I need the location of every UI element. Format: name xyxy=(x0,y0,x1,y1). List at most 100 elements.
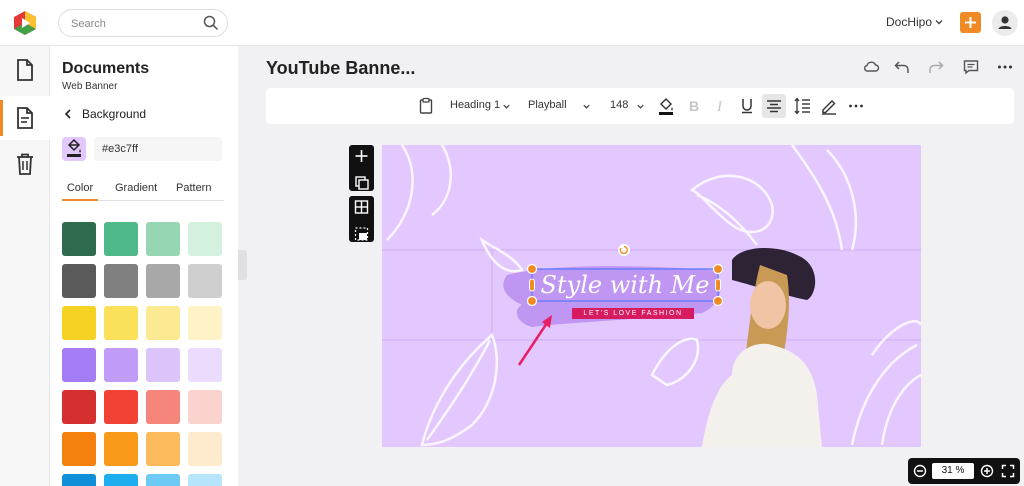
align-center-button[interactable] xyxy=(762,94,786,118)
color-swatch[interactable] xyxy=(104,306,138,340)
pen-icon[interactable] xyxy=(820,97,838,115)
color-swatch[interactable] xyxy=(62,474,96,486)
layout-tools xyxy=(349,196,374,242)
search-box[interactable] xyxy=(58,9,228,37)
color-swatch[interactable] xyxy=(146,348,180,382)
tab-gradient[interactable]: Gradient xyxy=(115,182,157,201)
color-swatch[interactable] xyxy=(188,432,222,466)
rail-trash[interactable] xyxy=(0,142,50,186)
left-rail xyxy=(0,46,50,486)
zoom-out-icon[interactable] xyxy=(913,464,927,478)
document-title[interactable]: YouTube Banne... xyxy=(266,58,415,79)
rail-pages[interactable] xyxy=(0,96,50,140)
color-swatch[interactable] xyxy=(188,390,222,424)
color-swatch[interactable] xyxy=(146,390,180,424)
zoom-level[interactable]: 31 % xyxy=(932,463,974,479)
more-icon[interactable] xyxy=(847,97,865,115)
redo-icon[interactable] xyxy=(927,58,945,76)
chevron-down-icon[interactable] xyxy=(934,17,944,27)
paint-bucket-icon[interactable] xyxy=(656,96,676,116)
color-swatch[interactable] xyxy=(188,474,222,486)
workspace-name[interactable]: DocHipo xyxy=(886,15,932,29)
clipboard-icon[interactable] xyxy=(418,97,434,115)
panel-title: Documents xyxy=(62,60,150,77)
create-button[interactable] xyxy=(960,12,981,33)
color-picker-button[interactable] xyxy=(62,137,86,161)
color-swatch[interactable] xyxy=(146,264,180,298)
color-swatch[interactable] xyxy=(146,222,180,256)
background-panel: Documents Web Banner Background Color Gr… xyxy=(50,46,238,486)
color-swatch[interactable] xyxy=(62,348,96,382)
undo-icon[interactable] xyxy=(893,58,911,76)
heading-style-value: Heading 1 xyxy=(450,99,501,111)
color-swatch[interactable] xyxy=(188,348,222,382)
color-swatch[interactable] xyxy=(188,306,222,340)
paint-bucket-icon xyxy=(67,138,81,157)
hex-color-field[interactable] xyxy=(94,137,222,161)
search-icon[interactable] xyxy=(203,15,219,31)
design-canvas[interactable]: Style with Me LET'S LOVE FASHION xyxy=(382,145,921,447)
bold-icon[interactable]: B xyxy=(687,98,701,114)
color-swatch[interactable] xyxy=(62,306,96,340)
plus-icon xyxy=(965,17,976,28)
color-swatch[interactable] xyxy=(62,264,96,298)
add-element-icon[interactable] xyxy=(349,145,374,167)
color-swatch[interactable] xyxy=(62,432,96,466)
tab-color[interactable]: Color xyxy=(62,182,98,201)
document-icon xyxy=(17,59,33,81)
fill-type-tabs: Color Gradient Pattern xyxy=(62,179,224,201)
rail-documents[interactable] xyxy=(0,48,50,92)
color-swatch[interactable] xyxy=(62,222,96,256)
headline-text[interactable]: Style with Me xyxy=(532,269,718,301)
svg-text:I: I xyxy=(716,99,723,114)
trash-icon xyxy=(17,153,33,175)
color-swatch-grid xyxy=(62,222,227,486)
zoom-bar: 31 % xyxy=(908,458,1020,484)
chevron-down-icon xyxy=(583,104,590,109)
fullscreen-icon[interactable] xyxy=(1001,464,1015,478)
chevron-down-icon xyxy=(637,104,644,109)
back-label: Background xyxy=(82,107,147,121)
grid-icon[interactable] xyxy=(349,196,374,218)
chevron-left-icon xyxy=(64,109,71,119)
color-swatch[interactable] xyxy=(62,390,96,424)
font-family-value: Playball xyxy=(528,99,567,111)
font-family-dropdown[interactable]: Playball xyxy=(526,88,596,124)
tagline-text[interactable]: LET'S LOVE FASHION xyxy=(572,308,694,319)
color-swatch[interactable] xyxy=(188,264,222,298)
tab-pattern[interactable]: Pattern xyxy=(176,182,211,201)
more-icon[interactable] xyxy=(996,58,1014,76)
search-input[interactable] xyxy=(71,15,201,33)
user-menu-button[interactable] xyxy=(992,10,1018,36)
element-tools xyxy=(349,145,374,191)
color-swatch[interactable] xyxy=(104,222,138,256)
font-size-dropdown[interactable]: 148 xyxy=(608,88,648,124)
select-area-icon[interactable] xyxy=(349,223,374,245)
panel-subtitle: Web Banner xyxy=(62,81,118,92)
dochipo-logo[interactable] xyxy=(12,10,38,36)
duplicate-icon[interactable] xyxy=(349,172,374,194)
align-center-icon xyxy=(767,100,781,113)
color-swatch[interactable] xyxy=(104,348,138,382)
color-swatch[interactable] xyxy=(146,432,180,466)
user-icon xyxy=(998,16,1012,29)
collapse-panel-handle[interactable] xyxy=(238,250,247,280)
line-height-icon[interactable] xyxy=(793,96,811,116)
color-swatch[interactable] xyxy=(104,264,138,298)
color-swatch[interactable] xyxy=(104,474,138,486)
color-swatch[interactable] xyxy=(146,306,180,340)
comment-icon[interactable] xyxy=(962,58,980,76)
color-swatch[interactable] xyxy=(104,432,138,466)
top-bar: DocHipo xyxy=(0,0,1024,46)
underline-icon[interactable] xyxy=(740,97,754,115)
italic-icon[interactable]: I xyxy=(714,98,728,114)
color-swatch[interactable] xyxy=(104,390,138,424)
zoom-in-icon[interactable] xyxy=(980,464,994,478)
page-icon xyxy=(17,107,33,129)
color-swatch[interactable] xyxy=(188,222,222,256)
chevron-down-icon xyxy=(503,104,510,109)
color-swatch[interactable] xyxy=(146,474,180,486)
heading-style-dropdown[interactable]: Heading 1 xyxy=(448,88,514,124)
cloud-icon[interactable] xyxy=(862,58,880,76)
font-size-value: 148 xyxy=(610,99,629,111)
